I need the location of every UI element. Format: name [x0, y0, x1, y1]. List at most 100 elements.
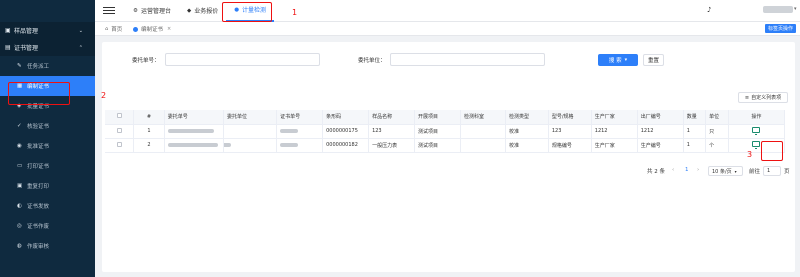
sidebar-group-certificate[interactable]: ▤ 证书管理 ⌃ [0, 39, 95, 56]
monitor-icon[interactable] [752, 127, 761, 135]
sidebar-item-label: 作废审核 [27, 244, 50, 250]
page-tabs-bar: ⌂ 首页 编制证书 × 标签页操作 [95, 22, 800, 36]
unit-input[interactable] [390, 53, 545, 66]
sidebar-group-label: 样品管理 [14, 28, 39, 35]
row-index: 1 [133, 124, 165, 139]
top-header: ⚙ 运营管理台 ◆ 业务报价 ● 计量检测 ♪ ▾ [95, 0, 800, 22]
sidebar-item-label: 重复打印 [27, 184, 50, 190]
certificate-icon: ▤ [5, 44, 11, 51]
sidebar-item-void[interactable]: ◎ 证书作废 [0, 216, 95, 236]
search-button-label: 搜 索 [608, 58, 622, 64]
row-order-no-redacted [164, 124, 225, 139]
page-tab-current[interactable]: 编制证书 × [129, 24, 175, 34]
chevron-down-icon: ▾ [734, 168, 737, 174]
row-cert-no-redacted [276, 124, 324, 139]
sidebar-item-dispatch[interactable]: ✎ 任务派工 [0, 56, 95, 76]
order-no-input[interactable] [165, 53, 320, 66]
content-card: 委托单号： 委托单位： 搜 索 ▾ 重置 ≡ 自定义列表项 # 委托单号 委托单… [102, 42, 795, 272]
col-maker: 生产厂家 [591, 110, 638, 125]
menu-toggle-icon[interactable] [103, 5, 115, 17]
sidebar-item-reprint[interactable]: ▣ 重复打印 [0, 176, 95, 196]
col-project: 开展项目 [414, 110, 461, 125]
tab-label: 业务报价 [194, 8, 219, 15]
sidebar: ▣ 样品管理 ⌄ ▤ 证书管理 ⌃ ✎ 任务派工 ▦ 编制证书 ◈ 批量证书 ✓… [0, 0, 95, 277]
row-checkbox[interactable] [105, 138, 135, 153]
sidebar-item-approve[interactable]: ◉ 批准证书 [0, 136, 95, 156]
page-size-select[interactable]: 10 条/页 ▾ [708, 166, 743, 176]
row-unit [223, 124, 278, 139]
row-qty: 1 [683, 138, 707, 153]
sidebar-item-print[interactable]: ▭ 打印证书 [0, 156, 95, 176]
row-sample: 123 [368, 124, 416, 139]
bell-icon[interactable]: ♪ [707, 6, 711, 14]
search-button[interactable]: 搜 索 ▾ [598, 54, 638, 66]
row-action [728, 124, 786, 139]
tab-actions-button[interactable]: 标签页操作 [764, 24, 796, 33]
row-type: 校准 [505, 124, 549, 139]
page-size-value: 10 条/页 [712, 168, 732, 175]
page-tab-home[interactable]: ⌂ 首页 [101, 24, 126, 34]
custom-columns-button[interactable]: ≡ 自定义列表项 [738, 92, 788, 103]
diamond-icon: ◆ [186, 7, 192, 14]
tab-operations[interactable]: ⚙ 运营管理台 [125, 0, 179, 22]
row-model: 规格编号 [548, 138, 592, 153]
sidebar-item-label: 核验证书 [27, 124, 50, 130]
tab-quotation[interactable]: ◆ 业务报价 [179, 0, 226, 22]
monitor-icon[interactable] [752, 141, 761, 149]
chevron-down-icon: ▾ [624, 57, 628, 63]
page-tab-label: 首页 [111, 27, 123, 33]
check-icon: ✓ [17, 123, 22, 129]
chevron-down-icon[interactable]: ▾ [794, 6, 797, 12]
page-tab-label: 编制证书 [141, 27, 164, 33]
approve-icon: ◉ [17, 143, 22, 149]
avatar[interactable] [763, 6, 793, 13]
row-qty: 1 [683, 124, 707, 139]
sidebar-item-label: 证书作废 [27, 224, 50, 230]
sidebar-logo-area [0, 0, 95, 22]
row-sample: 一般压力表 [368, 138, 416, 153]
reprint-icon: ▣ [17, 183, 23, 189]
table-row[interactable]: 2 0000000182 一般压力表 测试项目 校准 规格编号 生产厂家 生产编… [105, 138, 786, 153]
row-cert-no-redacted [276, 138, 324, 153]
select-all-checkbox[interactable] [105, 110, 135, 125]
row-barcode: 0000000175 [322, 124, 370, 139]
sidebar-item-label: 打印证书 [27, 164, 50, 170]
annotation-box-3 [761, 141, 783, 161]
annotation-box-2 [8, 82, 70, 105]
order-no-label: 委托单号： [132, 58, 160, 64]
annotation-box-1 [222, 2, 272, 22]
row-serial: 1212 [637, 124, 684, 139]
col-barcode: 条形码 [322, 110, 370, 125]
current-page[interactable]: 1 [685, 167, 689, 173]
prev-page-icon[interactable]: ‹ [672, 167, 674, 173]
print-icon: ▭ [17, 163, 23, 169]
col-unit-measure: 单位 [705, 110, 729, 125]
row-order-no-redacted [164, 138, 225, 153]
row-unit-measure: 个 [705, 138, 729, 153]
col-dept: 检测科室 [460, 110, 506, 125]
goto-page-input[interactable]: 1 [763, 166, 781, 176]
sidebar-item-void-audit[interactable]: ◍ 作废审核 [0, 236, 95, 256]
sidebar-item-issue[interactable]: ◐ 证书发放 [0, 196, 95, 216]
col-actions: 操作 [728, 110, 786, 125]
close-icon[interactable]: × [167, 26, 171, 32]
active-dot-icon [133, 26, 138, 32]
annotation-number-1: 1 [292, 8, 298, 17]
row-unit-measure: 只 [705, 124, 729, 139]
row-checkbox[interactable] [105, 124, 135, 139]
sidebar-group-sample[interactable]: ▣ 样品管理 ⌄ [0, 22, 95, 39]
col-qty: 数量 [683, 110, 707, 125]
void-icon: ◎ [17, 223, 22, 229]
chevron-down-icon: ⌄ [78, 27, 83, 34]
reset-button[interactable]: 重置 [643, 54, 664, 66]
goto-label: 前往 [749, 169, 761, 175]
pagination-total: 共 2 条 [647, 169, 665, 175]
next-page-icon[interactable]: › [697, 167, 699, 173]
row-unit-redacted [223, 138, 278, 153]
sidebar-item-verify[interactable]: ✓ 核验证书 [0, 116, 95, 136]
col-model: 型号/规格 [548, 110, 592, 125]
table-row[interactable]: 1 0000000175 123 测试项目 校准 123 1212 1212 1… [105, 124, 786, 139]
send-icon: ◐ [17, 203, 22, 209]
col-type: 检测类型 [505, 110, 549, 125]
box-icon: ▣ [5, 27, 11, 34]
